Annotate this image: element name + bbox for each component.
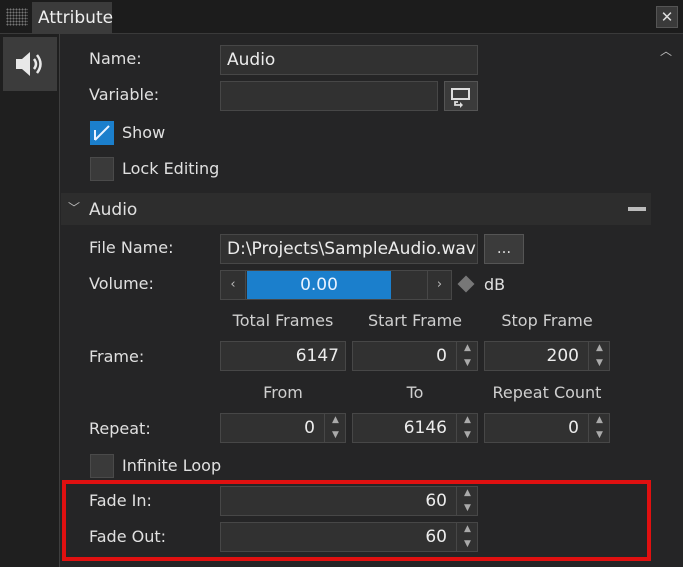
- stop-frame-header: Stop Frame: [501, 311, 593, 330]
- name-label: Name:: [89, 49, 142, 68]
- infinite-loop-label[interactable]: Infinite Loop: [122, 456, 221, 475]
- variable-label: Variable:: [89, 85, 160, 104]
- name-field[interactable]: Audio: [220, 45, 478, 75]
- audio-section-title: Audio: [89, 200, 138, 220]
- minus-icon[interactable]: [628, 207, 646, 211]
- volume-value[interactable]: 0.00: [247, 271, 391, 299]
- repeat-from-header: From: [263, 383, 303, 402]
- browse-button[interactable]: ...: [484, 234, 524, 264]
- left-sidebar: [0, 34, 60, 567]
- grip-icon[interactable]: [6, 8, 28, 26]
- spin-down-icon[interactable]: ▼: [457, 356, 478, 371]
- close-icon: ✕: [660, 8, 674, 26]
- lock-editing-checkbox[interactable]: [90, 157, 114, 181]
- variable-picker-button[interactable]: [444, 81, 478, 111]
- total-frames-field: 6147: [220, 341, 346, 371]
- infinite-loop-checkbox[interactable]: [90, 454, 114, 478]
- spin-buttons[interactable]: ▲ ▼: [588, 341, 610, 371]
- chevron-up-icon[interactable]: ︿: [660, 42, 672, 59]
- repeat-from-stepper[interactable]: 0 ▲ ▼: [220, 413, 346, 443]
- chevron-right-icon[interactable]: ›: [427, 271, 451, 299]
- frame-label: Frame:: [89, 347, 145, 366]
- tab-attribute[interactable]: Attribute: [32, 2, 113, 34]
- speaker-icon: [16, 52, 42, 76]
- spin-up-icon[interactable]: ▲: [589, 413, 610, 428]
- stop-frame-stepper[interactable]: 200 ▲ ▼: [484, 341, 610, 371]
- chevron-left-icon[interactable]: ‹: [221, 271, 246, 299]
- total-frames-header: Total Frames: [232, 311, 334, 330]
- repeat-to-stepper[interactable]: 6146 ▲ ▼: [352, 413, 478, 443]
- audio-section-header[interactable]: [61, 193, 651, 225]
- chevron-down-icon[interactable]: ﹀: [68, 199, 80, 216]
- show-label[interactable]: Show: [122, 123, 165, 142]
- spin-up-icon[interactable]: ▲: [457, 413, 478, 428]
- picker-icon: [451, 88, 470, 108]
- volume-unit: dB: [484, 275, 506, 294]
- close-button[interactable]: ✕: [656, 6, 678, 28]
- repeat-to-header: To: [406, 383, 424, 402]
- spin-up-icon[interactable]: ▲: [589, 341, 610, 356]
- volume-slider[interactable]: ‹ 0.00 ›: [220, 270, 452, 300]
- repeat-count-stepper[interactable]: 0 ▲ ▼: [484, 413, 610, 443]
- volume-label: Volume:: [89, 274, 154, 293]
- start-frame-header: Start Frame: [367, 311, 463, 330]
- spin-buttons[interactable]: ▲ ▼: [588, 413, 610, 443]
- fade-highlight-box: [62, 480, 651, 561]
- file-name-field[interactable]: D:\Projects\SampleAudio.wav: [220, 234, 478, 264]
- spin-buttons[interactable]: ▲ ▼: [324, 413, 346, 443]
- spin-up-icon[interactable]: ▲: [325, 413, 346, 428]
- lock-editing-label[interactable]: Lock Editing: [122, 159, 219, 178]
- spin-down-icon[interactable]: ▼: [589, 356, 610, 371]
- variable-field[interactable]: [220, 81, 438, 111]
- show-checkbox[interactable]: [90, 121, 114, 145]
- repeat-label: Repeat:: [89, 419, 151, 438]
- repeat-count-header: Repeat Count: [492, 383, 602, 402]
- audio-category-button[interactable]: [3, 37, 57, 91]
- spin-down-icon[interactable]: ▼: [589, 428, 610, 443]
- spin-up-icon[interactable]: ▲: [457, 341, 478, 356]
- spin-down-icon[interactable]: ▼: [457, 428, 478, 443]
- file-name-label: File Name:: [89, 238, 174, 257]
- check-icon: [94, 125, 110, 141]
- spin-buttons[interactable]: ▲ ▼: [456, 341, 478, 371]
- start-frame-stepper[interactable]: 0 ▲ ▼: [352, 341, 478, 371]
- spin-down-icon[interactable]: ▼: [325, 428, 346, 443]
- spin-buttons[interactable]: ▲ ▼: [456, 413, 478, 443]
